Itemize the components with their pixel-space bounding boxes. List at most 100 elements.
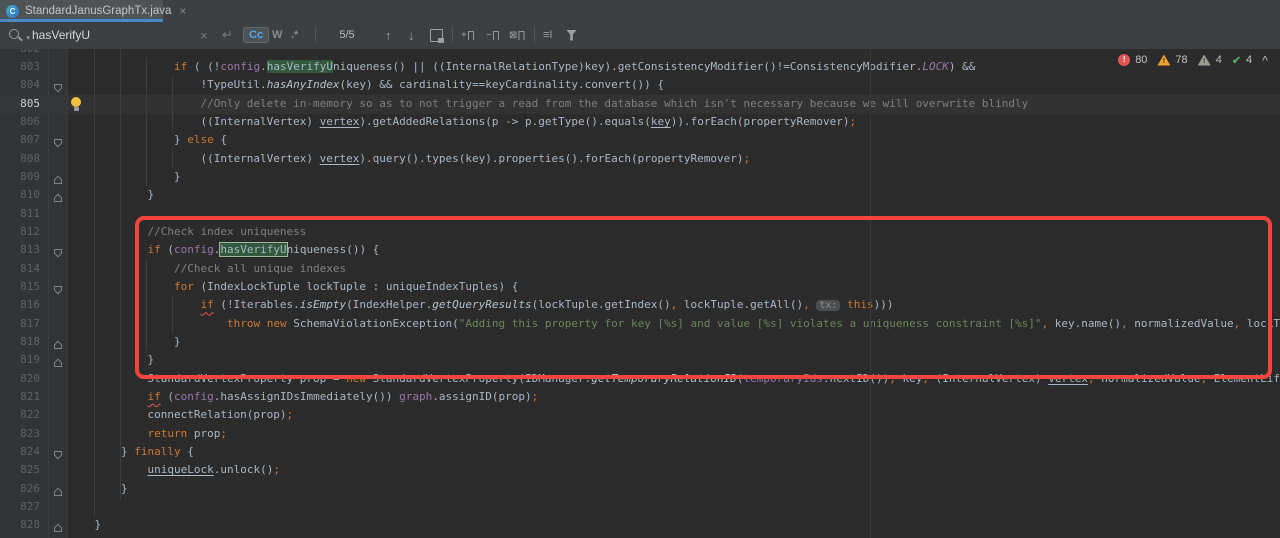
gutter-line-816: 816 [0, 296, 67, 315]
line-number[interactable]: 814 [0, 260, 40, 278]
line-number[interactable]: 807 [0, 131, 40, 149]
intention-bulb-icon[interactable] [70, 97, 82, 112]
code-token: ; [850, 115, 857, 128]
fold-marker-up[interactable] [53, 484, 63, 494]
code-line-805[interactable]: //Only delete in-memory so as to not tri… [0, 95, 1280, 114]
tab-bar: C StandardJanusGraphTx.java × [0, 0, 1280, 23]
fold-marker-up[interactable] [53, 520, 63, 530]
gutter-line-808: 808 [0, 150, 67, 169]
code-line-803[interactable]: if ( (!config.hasVerifyUniqueness() || (… [0, 58, 1280, 77]
code-line-807[interactable]: } else { [0, 131, 1280, 150]
fold-marker-down[interactable] [53, 447, 63, 457]
line-number[interactable]: 806 [0, 113, 40, 131]
line-number[interactable]: 825 [0, 461, 40, 479]
line-number[interactable]: 818 [0, 333, 40, 351]
line-number[interactable]: 815 [0, 278, 40, 296]
newline-icon[interactable]: ↵ [222, 22, 233, 48]
line-number[interactable]: 826 [0, 480, 40, 498]
line-number[interactable]: 820 [0, 370, 40, 388]
code-editor[interactable]: if ( (!config.hasVerifyUniqueness() || (… [0, 49, 1280, 538]
divider [534, 27, 535, 43]
weak-warning-icon: ! [1198, 55, 1211, 66]
gutter-line-826: 826 [0, 480, 67, 499]
code-token [68, 390, 147, 403]
code-line-828[interactable]: } [0, 516, 1280, 535]
code-line-825[interactable]: uniqueLock.unlock(); [0, 461, 1280, 480]
search-icon[interactable]: ▾ [8, 22, 24, 48]
gutter-line-827: 827 [0, 498, 67, 517]
select-all-matches-icon[interactable]: ⊠∏ [509, 22, 526, 48]
remove-selection-icon[interactable]: −∏ [486, 22, 500, 48]
line-number[interactable]: 811 [0, 205, 40, 223]
code-line-823[interactable]: return prop; [0, 425, 1280, 444]
filter-lines-icon[interactable]: ≡I [543, 22, 552, 48]
line-number[interactable]: 822 [0, 406, 40, 424]
code-line-810[interactable]: } [0, 186, 1280, 205]
gutter-line-819: 819 [0, 351, 67, 370]
code-line-824[interactable]: } finally { [0, 443, 1280, 462]
code-line-826[interactable]: } [0, 480, 1280, 499]
gutter-line-825: 825 [0, 461, 67, 480]
line-number[interactable]: 810 [0, 186, 40, 204]
fold-marker-down[interactable] [53, 282, 63, 292]
regex-toggle[interactable]: .* [291, 22, 298, 48]
gutter: 8028038048058068078088098108118128138148… [0, 49, 68, 538]
line-number[interactable]: 819 [0, 351, 40, 369]
line-number[interactable]: 803 [0, 58, 40, 76]
fold-marker-down[interactable] [53, 135, 63, 145]
code-line-827[interactable] [0, 498, 1280, 517]
code-line-804[interactable]: !TypeUtil.hasAnyIndex(key) && cardinalit… [0, 76, 1280, 95]
line-number[interactable]: 812 [0, 223, 40, 241]
filter-icon[interactable] [566, 22, 577, 48]
line-number[interactable]: 823 [0, 425, 40, 443]
line-number[interactable]: 824 [0, 443, 40, 461]
error-count: 80 [1135, 54, 1147, 66]
search-input[interactable]: hasVerifyU [32, 22, 90, 48]
fold-marker-up[interactable] [53, 355, 63, 365]
select-all-occurrences-icon[interactable] [430, 22, 443, 48]
fold-marker-down[interactable] [53, 245, 63, 255]
code-token: else [187, 133, 214, 146]
gutter-line-820: 820 [0, 370, 67, 389]
line-number[interactable]: 813 [0, 241, 40, 259]
code-token: .hasAssignIDsImmediately()) [214, 390, 399, 403]
fold-marker-down[interactable] [53, 80, 63, 90]
code-line-809[interactable]: } [0, 168, 1280, 187]
line-number[interactable]: 828 [0, 516, 40, 534]
code-token: uniqueLock [147, 463, 213, 476]
tab-close-icon[interactable]: × [179, 4, 186, 18]
fold-marker-up[interactable] [53, 172, 63, 182]
previous-occurrence-button[interactable]: ↑ [385, 22, 392, 48]
search-match: hasVerifyU [267, 60, 333, 73]
next-occurrence-button[interactable]: ↓ [408, 22, 415, 48]
inspections-widget[interactable]: ! 80 ! 78 ! 4 ✔ 4 ^ [1118, 52, 1268, 68]
line-number[interactable]: 821 [0, 388, 40, 406]
tab-standardjanusgraphtx[interactable]: C StandardJanusGraphTx.java × [0, 0, 163, 22]
words-toggle[interactable]: W [272, 22, 282, 48]
line-number[interactable]: 816 [0, 296, 40, 314]
line-number[interactable]: 802 [0, 49, 40, 58]
line-number[interactable]: 827 [0, 498, 40, 516]
code-line-806[interactable]: ((InternalVertex) vertex).getAddedRelati… [0, 113, 1280, 132]
code-line-822[interactable]: connectRelation(prop); [0, 406, 1280, 425]
code-line-821[interactable]: if (config.hasAssignIDsImmediately()) gr… [0, 388, 1280, 407]
fold-marker-up[interactable] [53, 190, 63, 200]
line-number[interactable]: 808 [0, 150, 40, 168]
fold-marker-up[interactable] [53, 337, 63, 347]
collapse-widget-icon[interactable]: ^ [1262, 55, 1268, 66]
line-number[interactable]: 817 [0, 315, 40, 333]
indent-guide [172, 149, 173, 168]
add-selection-icon[interactable]: +∏ [461, 22, 475, 48]
code-line-808[interactable]: ((InternalVertex) vertex).query().types(… [0, 150, 1280, 169]
divider [315, 27, 316, 43]
find-toolbar: ▾ hasVerifyU × ↵ Cc W .* 5/5 ↑ ↓ +∏ −∏ ⊠… [0, 22, 1280, 50]
line-number[interactable]: 804 [0, 76, 40, 94]
gutter-line-818: 818 [0, 333, 67, 352]
code-token: (key) && cardinality==keyCardinality.con… [340, 78, 665, 91]
line-number[interactable]: 809 [0, 168, 40, 186]
match-case-toggle[interactable]: Cc [243, 22, 269, 48]
clear-search-icon[interactable]: × [200, 22, 208, 48]
line-number[interactable]: 805 [0, 95, 40, 113]
code-token: vertex [320, 152, 360, 165]
grammar-ok-icon: ✔ [1232, 54, 1241, 67]
